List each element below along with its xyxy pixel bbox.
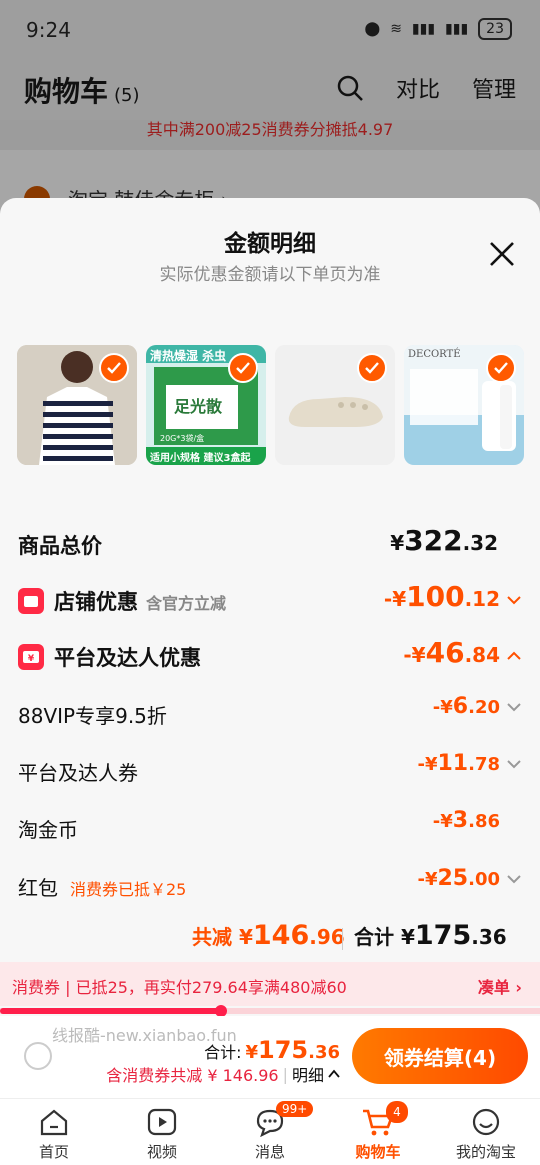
coupon-promo-bar[interactable]: 消费券 | 已抵25，再实付279.64享满480减60 凑单 › bbox=[0, 962, 540, 1006]
location-icon: ⬤ bbox=[364, 21, 381, 37]
promo-progress-fill bbox=[0, 1008, 222, 1014]
summary-line: 共减 ¥146.96 合计 ¥175.36 bbox=[0, 916, 540, 956]
product-tip-text: 适用小规格 建议3盒起 bbox=[150, 453, 251, 464]
selected-check-icon[interactable] bbox=[99, 353, 129, 383]
status-time: 9:24 bbox=[26, 18, 71, 42]
search-icon[interactable] bbox=[336, 74, 364, 102]
summary-divider bbox=[342, 928, 343, 950]
coupon-icon: ¥ bbox=[18, 644, 44, 670]
sheet-subtitle: 实际优惠金额请以下单页为准 bbox=[159, 265, 381, 285]
svg-text:¥: ¥ bbox=[28, 654, 35, 664]
store-discount-label: 店铺优惠 bbox=[54, 590, 138, 614]
product-thumb[interactable]: DECORTÉ bbox=[404, 345, 524, 465]
tab-messages[interactable]: 99+ 消息 bbox=[216, 1099, 324, 1165]
status-icons: ⬤ ≋ ▮▮▮ ▮▮▮ 23 bbox=[365, 18, 512, 40]
chevron-down-icon[interactable] bbox=[506, 594, 522, 606]
close-icon[interactable] bbox=[486, 238, 518, 270]
page-title: 购物车 (5) bbox=[24, 75, 140, 108]
manage-button[interactable]: 管理 bbox=[472, 72, 516, 104]
selected-check-icon[interactable] bbox=[486, 353, 516, 383]
promo-progress bbox=[0, 1005, 540, 1017]
tab-video[interactable]: 视频 bbox=[108, 1099, 216, 1165]
row-red-packet[interactable]: 红包 消费券已抵￥25 -¥ 25.00 bbox=[18, 866, 522, 906]
checkout-total: 合计: ¥ 175 .36 bbox=[204, 1036, 340, 1064]
platform-coupon-label: 平台及达人券 bbox=[18, 761, 138, 785]
brand-label: DECORTÉ bbox=[408, 349, 461, 360]
sheet-title: 金额明细 bbox=[224, 231, 316, 257]
coins-label: 淘金币 bbox=[18, 818, 78, 842]
home-icon bbox=[37, 1105, 71, 1139]
row-store-discount[interactable]: 店铺优惠 含官方立减 -¥ 100.12 bbox=[18, 580, 522, 620]
profile-icon bbox=[469, 1105, 503, 1139]
cart-count: (5) bbox=[114, 85, 140, 106]
product-thumb[interactable] bbox=[275, 345, 395, 465]
signal-icon: ▮▮▮ bbox=[411, 21, 436, 37]
cart-header: 购物车 (5) 对比 管理 bbox=[0, 60, 540, 120]
checkout-button[interactable]: 领券结算(4) bbox=[352, 1028, 528, 1084]
product-thumb[interactable]: 清热燥湿 杀虫 足光散 20G*3袋/盒 适用小规格 建议3盒起 bbox=[146, 345, 266, 465]
battery-icon: 23 bbox=[478, 18, 512, 40]
chevron-up-icon[interactable] bbox=[506, 650, 522, 662]
tab-cart[interactable]: 4 购物车 bbox=[324, 1099, 432, 1165]
store-discount-note: 含官方立减 bbox=[146, 594, 227, 613]
coupon-notice: 其中满200减25消费券分摊抵4.97 bbox=[146, 120, 394, 139]
red-packet-note: 消费券已抵￥25 bbox=[70, 880, 187, 899]
status-bar: 9:24 ⬤ ≋ ▮▮▮ ▮▮▮ 23 bbox=[0, 0, 540, 60]
chevron-down-icon[interactable] bbox=[506, 758, 522, 770]
add-items-link[interactable]: 凑单 › bbox=[478, 974, 522, 998]
message-badge: 99+ bbox=[276, 1101, 314, 1117]
total-reduce: 共减 ¥146.96 bbox=[192, 920, 345, 951]
store-icon bbox=[18, 588, 44, 614]
chevron-down-icon[interactable] bbox=[506, 873, 522, 885]
row-vip-discount[interactable]: 88VIP专享9.5折 -¥ 6.20 bbox=[18, 694, 522, 734]
platform-coupon-value: -¥ 11.78 bbox=[417, 751, 522, 776]
vip-label: 88VIP专享9.5折 bbox=[18, 704, 167, 728]
product-badge-text: 清热燥湿 杀虫 bbox=[150, 349, 227, 363]
row-platform-discount[interactable]: ¥ 平台及达人优惠 -¥ 46.84 bbox=[18, 636, 522, 676]
total-price-value: ¥322.32 bbox=[390, 524, 498, 557]
promo-text: 消费券 | 已抵25，再实付279.64享满480减60 bbox=[12, 978, 347, 997]
bottom-tab-bar: 首页 视频 99+ 消息 4 购物车 我的淘宝 bbox=[0, 1098, 540, 1165]
store-discount-value: -¥ 100.12 bbox=[384, 580, 522, 613]
total-price-label: 商品总价 bbox=[18, 534, 102, 558]
product-name-text: 足光散 bbox=[174, 397, 223, 416]
grand-total: 合计 ¥175.36 bbox=[354, 920, 507, 951]
tab-home[interactable]: 首页 bbox=[0, 1099, 108, 1165]
compare-button[interactable]: 对比 bbox=[396, 72, 440, 104]
product-thumbnails: 清热燥湿 杀虫 足光散 20G*3袋/盒 适用小规格 建议3盒起 DECORTÉ bbox=[17, 345, 527, 467]
red-packet-label: 红包 bbox=[18, 876, 58, 900]
chevron-up-icon[interactable] bbox=[328, 1069, 340, 1079]
row-platform-coupon[interactable]: 平台及达人券 -¥ 11.78 bbox=[18, 751, 522, 791]
platform-discount-label: 平台及达人优惠 bbox=[54, 646, 201, 670]
select-all-radio[interactable] bbox=[24, 1042, 52, 1070]
product-thumb[interactable] bbox=[17, 345, 137, 465]
checkout-discount[interactable]: 含消费券共减 ¥ 146.96 | 明细 bbox=[106, 1062, 340, 1086]
platform-discount-value: -¥ 46.84 bbox=[403, 636, 522, 669]
checkout-bar: 线报酷-new.xianbao.fun 合计: ¥ 175 .36 含消费券共减… bbox=[0, 1016, 540, 1098]
product-spec-text: 20G*3袋/盒 bbox=[160, 434, 205, 443]
wifi-icon: ≋ bbox=[390, 21, 402, 37]
signal-icon-2: ▮▮▮ bbox=[445, 21, 469, 37]
tab-profile[interactable]: 我的淘宝 bbox=[432, 1099, 540, 1165]
video-icon bbox=[145, 1105, 179, 1139]
detail-link[interactable]: 明细 bbox=[292, 1062, 324, 1086]
coins-value: -¥ 3.86 bbox=[432, 808, 500, 833]
vip-value: -¥ 6.20 bbox=[433, 694, 522, 719]
selected-check-icon[interactable] bbox=[228, 353, 258, 383]
row-total-price: 商品总价 ¥322.32 bbox=[18, 524, 522, 564]
cart-badge: 4 bbox=[386, 1101, 408, 1123]
chevron-down-icon[interactable] bbox=[506, 701, 522, 713]
row-taobao-coins: 淘金币 -¥ 3.86 bbox=[18, 808, 522, 848]
amount-detail-sheet: 金额明细 实际优惠金额请以下单页为准 清热燥湿 杀虫 足光散 20G*3袋/盒 … bbox=[0, 198, 540, 1165]
red-packet-value: -¥ 25.00 bbox=[417, 866, 522, 891]
selected-check-icon[interactable] bbox=[357, 353, 387, 383]
